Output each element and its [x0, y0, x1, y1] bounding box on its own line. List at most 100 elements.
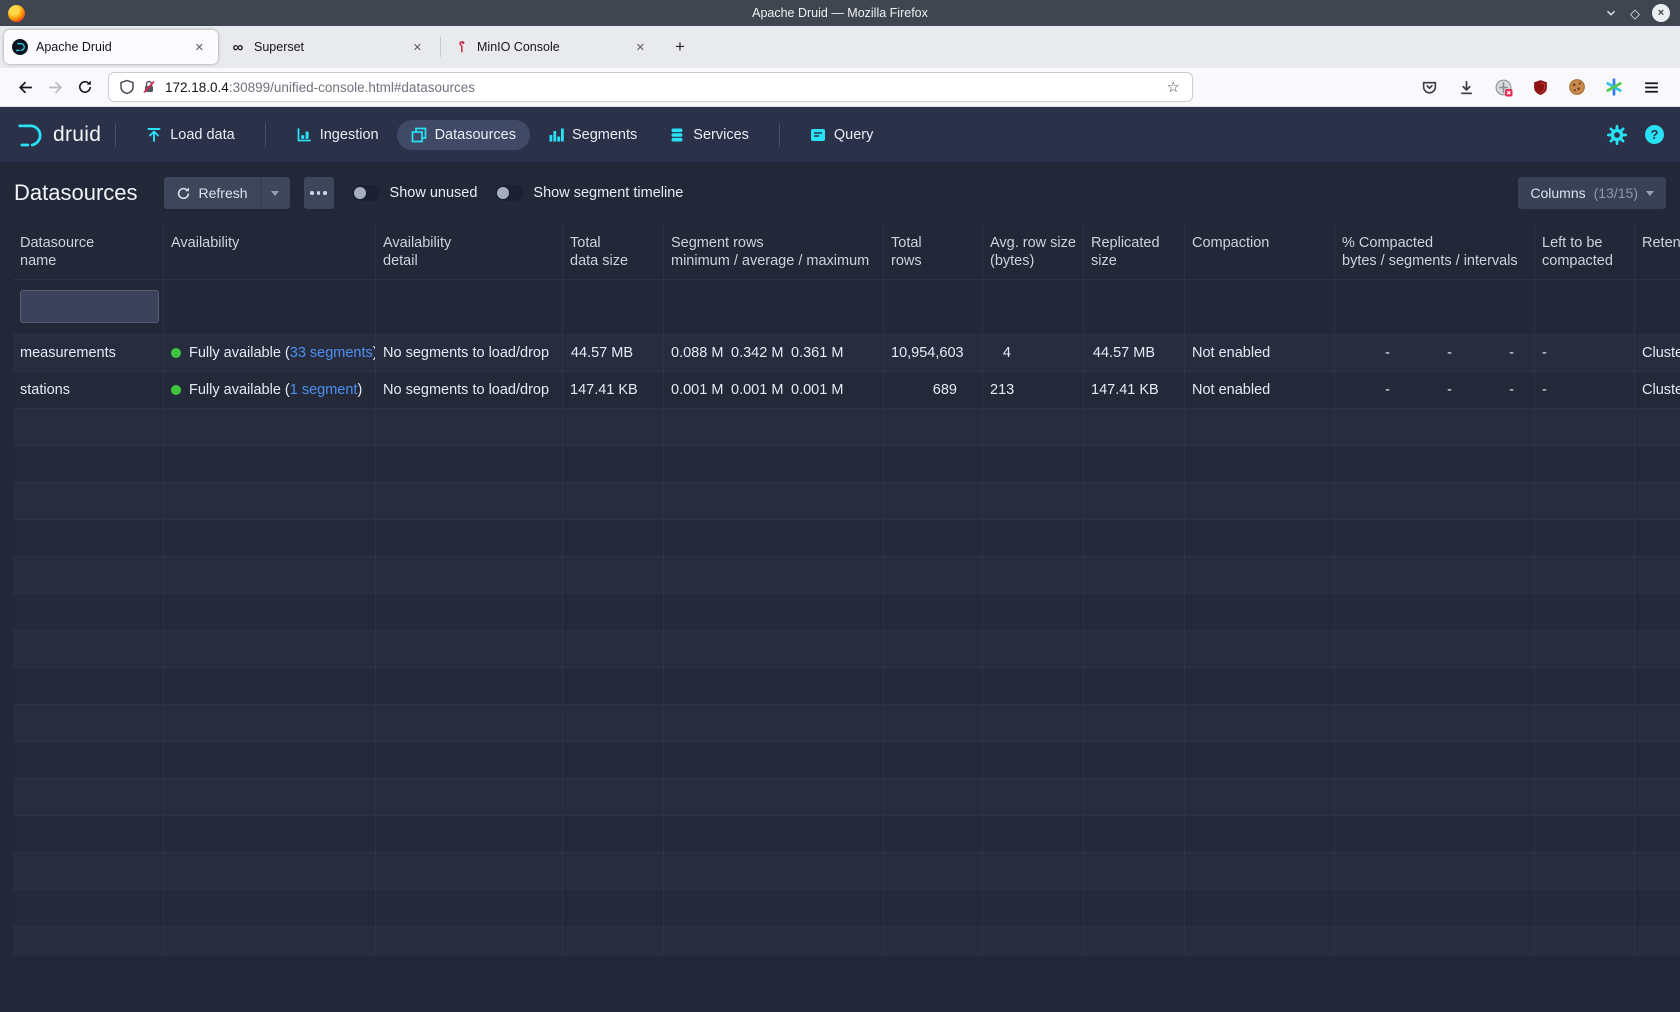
empty-table-row — [13, 594, 1680, 631]
nav-ingestion[interactable]: Ingestion — [282, 120, 393, 150]
shield-icon[interactable] — [119, 79, 135, 95]
col-header-availability[interactable]: Availability — [164, 224, 376, 279]
show-segment-timeline-toggle[interactable] — [495, 185, 523, 201]
insecure-lock-icon[interactable] — [141, 79, 157, 95]
tab-close-icon[interactable]: ✕ — [189, 37, 210, 58]
columns-button[interactable]: Columns (13/15) — [1518, 177, 1666, 209]
tab-separator — [440, 37, 441, 57]
show-unused-label: Show unused — [390, 185, 478, 201]
nav-segments[interactable]: Segments — [534, 120, 651, 150]
bookmark-star-icon[interactable]: ☆ — [1165, 78, 1182, 96]
druid-logo[interactable]: druid — [16, 121, 101, 149]
nav-label: Load data — [170, 127, 235, 143]
back-button[interactable] — [10, 73, 40, 101]
nav-datasources[interactable]: Datasources — [397, 120, 530, 150]
settings-gear-icon[interactable] — [1607, 125, 1627, 145]
refresh-icon — [176, 186, 191, 201]
cell-avg-row-size: 213 — [983, 372, 1084, 408]
columns-count: (13/15) — [1594, 185, 1638, 201]
ublock-shield-icon[interactable] — [1525, 73, 1555, 101]
pocket-icon[interactable] — [1414, 73, 1444, 101]
cell-availability-detail: No segments to load/drop — [376, 372, 563, 408]
cell-segment-rows: 0.001 M0.001 M0.001 M — [664, 372, 884, 408]
refresh-button[interactable]: Refresh — [164, 177, 260, 209]
col-header-replicated-size[interactable]: Replicatedsize — [1084, 224, 1185, 279]
tab-superset[interactable]: ∞ Superset ✕ — [222, 30, 436, 64]
col-header-segment-rows[interactable]: Segment rowsminimum / average / maximum — [664, 224, 884, 279]
extension-icon[interactable] — [1488, 73, 1518, 101]
cell-total-data-size: 147.41 KB — [563, 372, 664, 408]
empty-table-row — [13, 409, 1680, 446]
cell-datasource-name[interactable]: measurements — [13, 335, 164, 371]
url-bar[interactable]: 172.18.0.4:30899/unified-console.html#da… — [108, 72, 1193, 102]
ingestion-icon — [296, 127, 312, 143]
show-unused-toggle[interactable] — [352, 185, 380, 201]
reload-button[interactable] — [70, 73, 100, 101]
empty-table-row — [13, 483, 1680, 520]
minio-favicon — [453, 39, 469, 55]
cell-total-rows: 10,954,603 — [884, 335, 983, 371]
cell-retention: Cluster default — [1635, 372, 1680, 408]
divider — [115, 123, 116, 147]
window-minimize-icon[interactable] — [1604, 6, 1618, 20]
url-text: 172.18.0.4:30899/unified-console.html#da… — [165, 80, 1165, 95]
cell-availability: Fully available (33 segments) — [164, 335, 376, 371]
extension-asterisk-icon[interactable] — [1599, 73, 1629, 101]
cell-left-to-be-compacted: - — [1535, 335, 1635, 371]
cell-left-to-be-compacted: - — [1535, 372, 1635, 408]
table-filter-row — [13, 280, 1680, 335]
cell-pct-compacted: --- — [1335, 335, 1535, 371]
superset-favicon: ∞ — [230, 39, 246, 55]
nav-query[interactable]: Query — [796, 120, 888, 150]
cookie-icon[interactable] — [1562, 73, 1592, 101]
forward-button[interactable] — [40, 73, 70, 101]
nav-label: Ingestion — [320, 127, 379, 143]
services-icon — [669, 127, 685, 143]
table-row: stations Fully available (1 segment) No … — [13, 372, 1680, 409]
cell-datasource-name[interactable]: stations — [13, 372, 164, 408]
menu-hamburger-icon[interactable] — [1636, 73, 1666, 101]
nav-load-data[interactable]: Load data — [132, 120, 249, 150]
ellipsis-icon — [310, 191, 327, 195]
col-header-pct-compacted[interactable]: % Compactedbytes / segments / intervals — [1335, 224, 1535, 279]
empty-table-row — [13, 631, 1680, 668]
cell-replicated-size: 44.57 MB — [1084, 335, 1185, 371]
query-icon — [810, 127, 826, 143]
cell-replicated-size: 147.41 KB — [1084, 372, 1185, 408]
cell-availability: Fully available (1 segment) — [164, 372, 376, 408]
col-header-retention[interactable]: Retention — [1635, 224, 1680, 279]
cell-total-data-size: 44.57 MB — [563, 335, 664, 371]
nav-label: Query — [834, 127, 874, 143]
col-header-left-to-be-compacted[interactable]: Left to becompacted — [1535, 224, 1635, 279]
col-header-total-data-size[interactable]: Totaldata size — [563, 224, 664, 279]
firefox-icon — [8, 5, 25, 22]
downloads-icon[interactable] — [1451, 73, 1481, 101]
tab-close-icon[interactable]: ✕ — [407, 37, 428, 58]
empty-table-row — [13, 705, 1680, 742]
tab-apache-druid[interactable]: Apache Druid ✕ — [4, 30, 218, 64]
nav-services[interactable]: Services — [655, 120, 763, 150]
col-header-compaction[interactable]: Compaction — [1185, 224, 1335, 279]
col-header-avg-row-size[interactable]: Avg. row size(bytes) — [983, 224, 1084, 279]
empty-table-row — [13, 742, 1680, 779]
datasource-name-filter-input[interactable] — [20, 290, 159, 323]
col-header-total-rows[interactable]: Totalrows — [884, 224, 983, 279]
refresh-dropdown-button[interactable] — [260, 177, 290, 209]
col-header-datasource-name[interactable]: Datasourcename — [13, 224, 164, 279]
segments-link[interactable]: 33 segments — [290, 345, 373, 361]
segments-link[interactable]: 1 segment — [290, 382, 358, 398]
help-icon[interactable]: ? — [1645, 125, 1664, 144]
tab-title: Apache Druid — [36, 40, 189, 54]
window-maximize-icon[interactable]: ◇ — [1630, 7, 1640, 20]
col-header-availability-detail[interactable]: Availabilitydetail — [376, 224, 563, 279]
columns-label: Columns — [1530, 185, 1585, 201]
divider — [265, 123, 266, 147]
empty-table-row — [13, 779, 1680, 816]
new-tab-button[interactable]: + — [663, 35, 697, 59]
tab-minio-console[interactable]: MinIO Console ✕ — [445, 30, 659, 64]
window-close-icon[interactable]: × — [1652, 4, 1670, 22]
tab-close-icon[interactable]: ✕ — [630, 37, 651, 58]
empty-table-row — [13, 446, 1680, 483]
more-actions-button[interactable] — [304, 177, 334, 209]
druid-favicon — [12, 39, 28, 55]
